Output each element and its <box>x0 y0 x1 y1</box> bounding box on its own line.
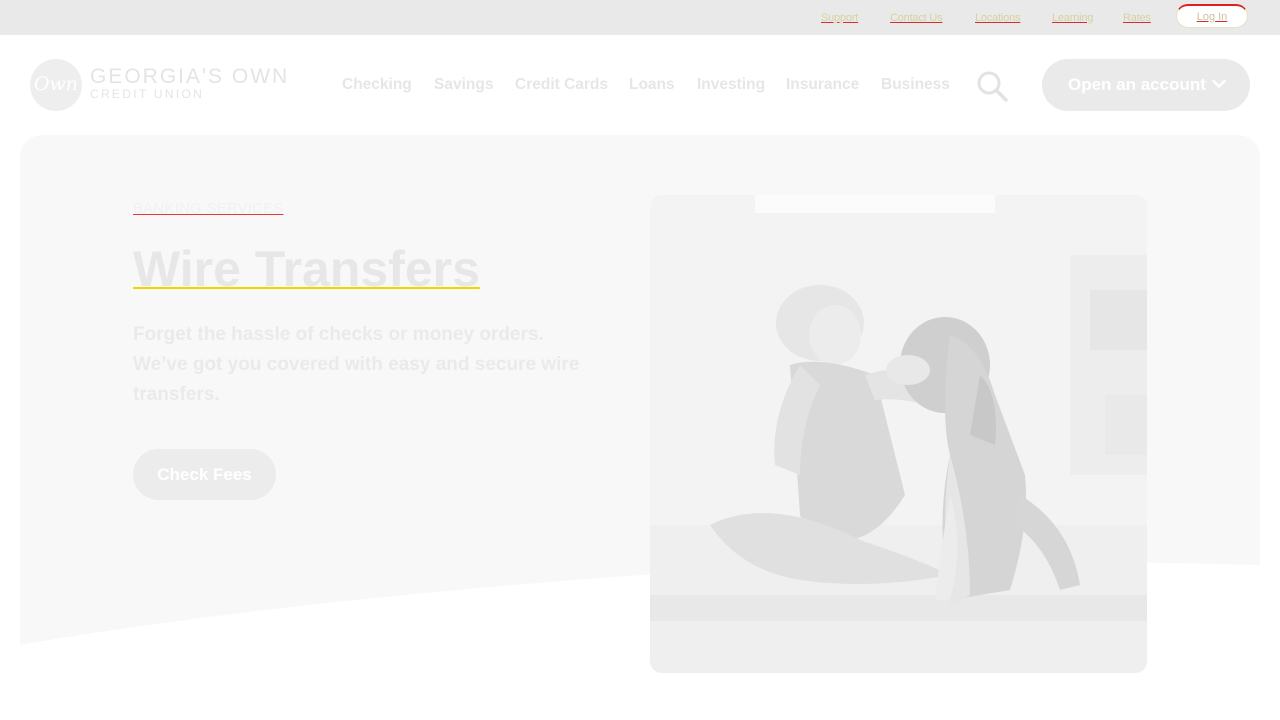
login-button[interactable]: Log In <box>1176 4 1248 28</box>
nav-credit-cards[interactable]: Credit Cards <box>515 76 608 94</box>
nav-loans[interactable]: Loans <box>629 76 675 94</box>
utility-link-locations[interactable]: Locations <box>975 11 1020 25</box>
utility-link-rates[interactable]: Rates <box>1123 11 1151 25</box>
hero-photo-illustration <box>650 195 1147 673</box>
logo-mark[interactable]: Own <box>30 59 82 111</box>
page-title: Wire Transfers <box>133 241 480 297</box>
logo-mark-text: Own <box>33 73 79 95</box>
logo-name[interactable]: GEORGIA'S OWN <box>90 66 289 88</box>
nav-business[interactable]: Business <box>881 76 950 94</box>
utility-bar: Support Contact Us Locations Learning Ra… <box>0 0 1280 35</box>
hero-photo <box>650 195 1147 673</box>
logo-subtitle: CREDIT UNION <box>90 87 205 101</box>
check-fees-button[interactable]: Check Fees <box>133 449 276 500</box>
hero-eyebrow: BANKING SERVICES <box>133 200 284 217</box>
utility-link-support[interactable]: Support <box>821 11 858 25</box>
hero-description: Forget the hassle of checks or money ord… <box>133 324 580 405</box>
nav-savings[interactable]: Savings <box>434 76 493 94</box>
nav-checking[interactable]: Checking <box>342 76 412 94</box>
chevron-down-icon <box>1212 79 1226 88</box>
utility-link-learning[interactable]: Learning <box>1052 11 1093 25</box>
nav-investing[interactable]: Investing <box>697 76 765 94</box>
open-account-button[interactable]: Open an account <box>1042 59 1250 111</box>
utility-link-contact[interactable]: Contact Us <box>890 11 943 25</box>
nav-insurance[interactable]: Insurance <box>786 76 859 94</box>
search-icon[interactable] <box>976 70 1010 104</box>
open-account-label: Open an account <box>1068 75 1206 94</box>
